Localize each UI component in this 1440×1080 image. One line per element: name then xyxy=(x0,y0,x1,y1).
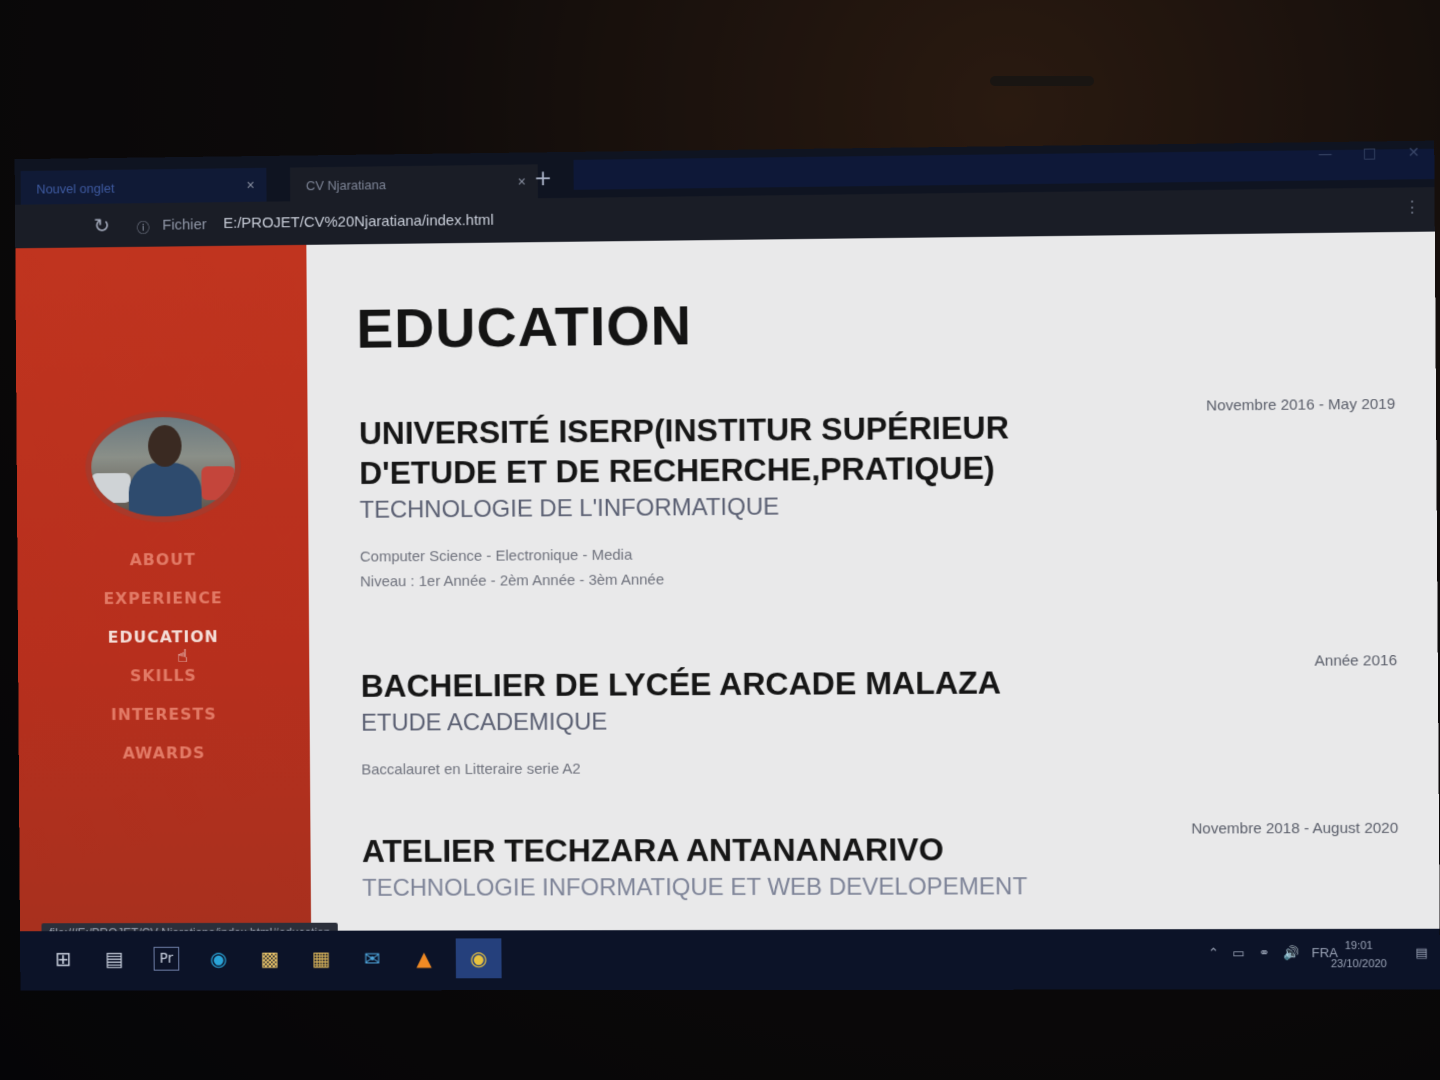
chrome-icon[interactable]: ◉ xyxy=(455,938,502,979)
education-entry: BACHELIER DE LYCÉE ARCADE MALAZA ETUDE A… xyxy=(360,652,1398,782)
premiere-icon[interactable]: Pr xyxy=(153,946,180,971)
url-field[interactable]: E:/PROJET/CV%20Njaratiana/index.html xyxy=(223,212,494,232)
nav-about[interactable]: ABOUT xyxy=(130,550,196,569)
vlc-icon[interactable]: ▲ xyxy=(404,938,444,978)
reload-icon[interactable]: ↻ xyxy=(93,213,110,238)
info-icon[interactable]: ⓘ xyxy=(137,217,150,236)
education-entry: ATELIER TECHZARA ANTANANARIVO TECHNOLOGI… xyxy=(361,820,1399,903)
person-body xyxy=(128,462,202,523)
close-icon[interactable]: × xyxy=(246,177,254,193)
entry-date: Novembre 2018 - August 2020 xyxy=(1191,819,1399,838)
window-close-icon[interactable]: ✕ xyxy=(1408,145,1420,161)
laptop-bezel: Nouvel onglet × CV Njaratiana × + — □ ✕ … xyxy=(0,0,1440,1080)
section-heading: EDUCATION xyxy=(356,293,693,360)
network-icon[interactable]: ⚭ xyxy=(1259,945,1270,961)
entry-description: Baccalauret en Litteraire serie A2 xyxy=(361,753,1398,782)
nav-skills[interactable]: SKILLS xyxy=(130,666,197,685)
clock[interactable]: 19:01 23/10/2020 xyxy=(1331,937,1387,973)
background-car xyxy=(91,472,131,504)
avatar xyxy=(85,410,242,523)
menu-icon[interactable]: ⋮ xyxy=(1404,197,1420,217)
entry-description: Computer Science - Electronique - Media … xyxy=(360,537,1397,594)
webcam xyxy=(990,76,1094,86)
nav-interests[interactable]: INTERESTS xyxy=(111,705,217,724)
entry-title: UNIVERSITÉ ISERP(INSTITUR SUPÉRIEUR D'ET… xyxy=(358,409,1010,491)
minimize-icon[interactable]: — xyxy=(1318,146,1332,162)
notifications-icon[interactable]: ▤ xyxy=(1415,945,1428,961)
volume-icon[interactable]: 🔊 xyxy=(1283,945,1300,961)
education-entry: UNIVERSITÉ ISERP(INSTITUR SUPÉRIEUR D'ET… xyxy=(358,396,1397,595)
mail-icon[interactable]: ✉ xyxy=(353,939,393,979)
new-tab-button[interactable]: + xyxy=(534,166,553,191)
person-head xyxy=(147,424,182,467)
web-page: ABOUT EXPERIENCE EDUCATION SKILLS INTERE… xyxy=(15,231,1440,944)
nav-awards[interactable]: AWARDS xyxy=(123,743,206,762)
clock-time: 19:01 xyxy=(1344,939,1373,953)
tab-label: CV Njaratiana xyxy=(305,177,387,194)
entry-title: BACHELIER DE LYCÉE ARCADE MALAZA xyxy=(360,664,1002,704)
task-view-icon[interactable]: ▤ xyxy=(95,939,135,979)
chevron-up-icon[interactable]: ⌃ xyxy=(1208,945,1219,961)
close-icon[interactable]: × xyxy=(518,173,526,189)
entry-subtitle: ETUDE ACADEMIQUE xyxy=(360,708,608,737)
tab-nouvel-onglet[interactable]: Nouvel onglet × xyxy=(20,167,267,205)
entry-date: Année 2016 xyxy=(1314,652,1398,670)
battery-icon[interactable]: ▭ xyxy=(1232,945,1245,961)
sidebar: ABOUT EXPERIENCE EDUCATION SKILLS INTERE… xyxy=(15,244,312,932)
screen: Nouvel onglet × CV Njaratiana × + — □ ✕ … xyxy=(14,140,1440,991)
tab-cv-njaratiana[interactable]: CV Njaratiana × xyxy=(290,164,538,202)
tab-label: Nouvel onglet xyxy=(36,180,115,197)
maximize-icon[interactable]: □ xyxy=(1363,145,1377,161)
clock-date: 23/10/2020 xyxy=(1330,958,1387,971)
taskbar: ⊞ ▤ Pr ◉ ▩ ▦ ✉ ▲ ◉ ⌃ ▭ ⚭ 🔊 FRA 19:01 23/… xyxy=(19,928,1440,991)
tab-strip-empty xyxy=(573,148,1435,190)
entry-subtitle: TECHNOLOGIE DE L'INFORMATIQUE xyxy=(359,493,780,524)
entry-date: Novembre 2016 - May 2019 xyxy=(1206,395,1396,415)
background-car xyxy=(201,466,236,501)
nav-education[interactable]: EDUCATION xyxy=(108,627,219,647)
site-info-label[interactable]: Fichier xyxy=(162,216,206,233)
entry-subtitle: TECHNOLOGIE INFORMATIQUE ET WEB DEVELOPE… xyxy=(362,873,1028,902)
edge-icon[interactable]: ◉ xyxy=(199,939,239,979)
hand-cursor-icon: ☝ xyxy=(177,646,188,668)
main-content: EDUCATION UNIVERSITÉ ISERP(INSTITUR SUPÉ… xyxy=(306,232,1439,931)
sidebar-nav: ABOUT EXPERIENCE EDUCATION SKILLS INTERE… xyxy=(17,549,310,763)
entry-title: ATELIER TECHZARA ANTANANARIVO xyxy=(361,831,944,869)
store-icon[interactable]: ▦ xyxy=(301,939,341,979)
windows-start-icon[interactable]: ⊞ xyxy=(44,939,83,979)
file-explorer-icon[interactable]: ▩ xyxy=(250,939,290,979)
nav-experience[interactable]: EXPERIENCE xyxy=(103,588,222,608)
entry-description-line: Baccalauret en Litteraire serie A2 xyxy=(361,760,581,779)
